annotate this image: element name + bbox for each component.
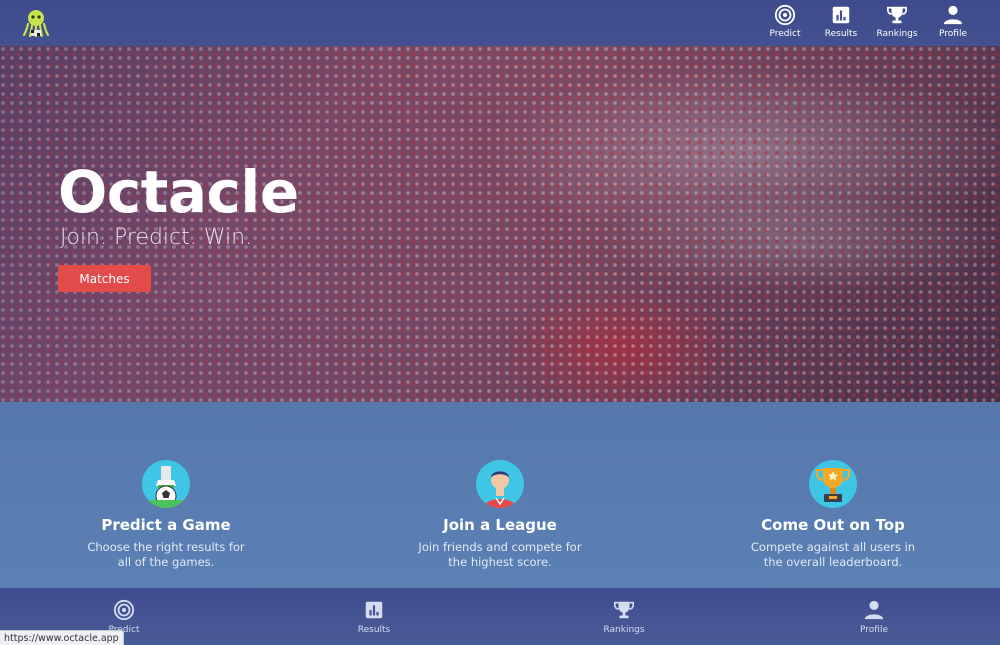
bottom-nav-rankings[interactable]: Rankings: [584, 599, 664, 635]
matches-button[interactable]: Matches: [58, 265, 151, 292]
feature-league: Join a League Join friends and compete f…: [370, 460, 630, 570]
hero-tagline: Join. Predict. Win.: [60, 225, 253, 250]
user-icon: [943, 5, 963, 25]
top-nav: Predict Results Rankings Profile: [756, 4, 980, 39]
nav-predict-label: Predict: [769, 29, 801, 39]
hero-title: Octacle: [58, 158, 299, 226]
nav-results[interactable]: Results: [814, 4, 868, 39]
gold-trophy-icon: [809, 460, 857, 508]
user-icon: [864, 600, 884, 620]
feature-top-description: Compete against all users in the overall…: [750, 540, 916, 569]
feature-league-title: Join a League: [443, 516, 557, 534]
octopus-logo-icon[interactable]: [22, 8, 50, 38]
soccer-ball-icon: [142, 460, 190, 508]
feature-predict-description: Choose the right results for all of the …: [87, 540, 245, 569]
target-icon: [774, 4, 796, 26]
nav-profile[interactable]: Profile: [926, 4, 980, 39]
feature-league-description: Join friends and compete for the highest…: [418, 540, 582, 569]
target-icon: [113, 599, 135, 621]
nav-profile-label: Profile: [939, 29, 967, 39]
bar-chart-icon: [832, 6, 850, 24]
trophy-icon: [614, 601, 634, 619]
bottom-nav-results-label: Results: [357, 625, 391, 635]
features-section: Predict a Game Choose the right results …: [0, 402, 1000, 588]
nav-predict[interactable]: Predict: [758, 4, 812, 39]
top-nav-bar: Predict Results Rankings Profile: [0, 0, 1000, 46]
feature-predict: Predict a Game Choose the right results …: [36, 460, 296, 570]
feature-top: Come Out on Top Compete against all user…: [703, 460, 963, 570]
nav-results-label: Results: [824, 29, 858, 39]
nav-rankings-label: Rankings: [876, 29, 918, 39]
feature-top-title: Come Out on Top: [761, 516, 905, 534]
bar-chart-icon: [365, 601, 383, 619]
bottom-nav-rankings-label: Rankings: [603, 625, 645, 635]
bottom-nav-bar: Predict Results Rankings Profile: [0, 588, 1000, 645]
hero-banner: Octacle Join. Predict. Win. Matches: [0, 46, 1000, 402]
browser-status-url: https://www.octacle.app: [0, 630, 124, 645]
player-avatar-icon: [476, 460, 524, 508]
bottom-nav-results[interactable]: Results: [334, 599, 414, 635]
bottom-nav-profile-label: Profile: [860, 625, 888, 635]
trophy-icon: [887, 6, 907, 24]
feature-predict-title: Predict a Game: [101, 516, 231, 534]
bottom-nav-profile[interactable]: Profile: [834, 599, 914, 635]
nav-rankings[interactable]: Rankings: [870, 4, 924, 39]
